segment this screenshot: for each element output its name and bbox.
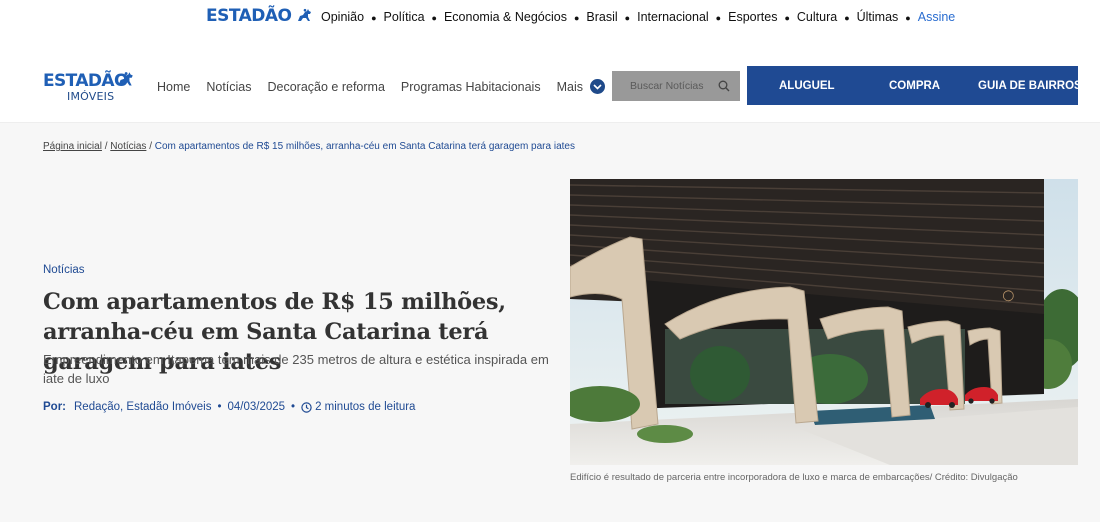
topnav-internacional[interactable]: Internacional: [637, 10, 709, 24]
search-box: [612, 71, 740, 101]
topnav-politica[interactable]: Política: [384, 10, 425, 24]
byline-date: 04/03/2025: [227, 401, 286, 413]
topnav-esportes[interactable]: Esportes: [728, 10, 777, 24]
byline-read-time: 2 minutos de leitura: [315, 401, 416, 413]
clock-icon: [301, 401, 312, 413]
dot-separator: ●: [624, 13, 631, 23]
nav-mais-label: Mais: [556, 79, 583, 94]
breadcrumb-home[interactable]: Página inicial: [43, 141, 102, 152]
top-navigation: Opinião ● Política ● Economia & Negócios ● …: [321, 10, 955, 24]
article-category[interactable]: Notícias: [43, 264, 85, 276]
topnav-brasil[interactable]: Brasil: [586, 10, 617, 24]
estadao-logo-text: ESTADÃO: [206, 6, 292, 26]
dot-separator: ●: [431, 13, 437, 23]
main-navigation: Home Notícias Decoração e reforma Progra…: [157, 79, 605, 94]
top-bar: ESTADÃO Opinião ● Política ● Economia & Ne…: [0, 0, 1100, 36]
dot-separator: ●: [905, 13, 911, 23]
dot-separator: ●: [573, 13, 580, 23]
topnav-economia[interactable]: Economia & Negócios: [444, 10, 567, 24]
nav-noticias[interactable]: Notícias: [206, 80, 251, 94]
assine-link[interactable]: Assine: [918, 10, 956, 24]
search-input[interactable]: [630, 80, 730, 92]
nav-decoracao-reforma[interactable]: Decoração e reforma: [268, 80, 385, 94]
search-icon[interactable]: [718, 80, 730, 92]
nav-home[interactable]: Home: [157, 80, 190, 94]
horse-rider-icon: [297, 8, 311, 21]
topnav-cultura[interactable]: Cultura: [797, 10, 837, 24]
dot-separator: ●: [715, 13, 722, 23]
byline-author[interactable]: Redação, Estadão Imóveis: [74, 401, 211, 413]
chevron-down-icon: [589, 79, 605, 94]
main-header: ESTADÃO IMÓVEIS Home Notícias Decoração …: [0, 56, 1100, 120]
guia-de-bairros-button[interactable]: GUIA DE BAIRROS: [978, 80, 1082, 92]
dot-separator: •: [291, 401, 296, 413]
article-hero-image: ○: [570, 179, 1078, 465]
byline-label: Por:: [43, 401, 66, 413]
dot-separator: ●: [371, 13, 377, 23]
dot-separator: ●: [784, 13, 790, 23]
estadao-imoveis-logo[interactable]: ESTADÃO IMÓVEIS: [43, 71, 143, 107]
imoveis-logo-subtext: IMÓVEIS: [67, 90, 115, 103]
dot-separator: ●: [844, 13, 850, 23]
topnav-opiniao[interactable]: Opinião: [321, 10, 364, 24]
breadcrumb-noticias[interactable]: Notícias: [110, 141, 146, 152]
image-caption: Edifício é resultado de parceria entre i…: [570, 472, 1018, 483]
horse-rider-icon: [118, 72, 133, 86]
nav-mais-dropdown[interactable]: Mais: [557, 79, 605, 94]
breadcrumb-current: Com apartamentos de R$ 15 milhões, arran…: [154, 141, 575, 152]
breadcrumb: Página inicial / Notícias / Com apartame…: [43, 141, 575, 152]
svg-text:○: ○: [1002, 287, 1015, 304]
article-header-section: Página inicial / Notícias / Com apartame…: [0, 122, 1100, 522]
article-subtitle: Empreendimento em Itapema tem mais de 23…: [43, 352, 549, 386]
nav-programas-habitacionais[interactable]: Programas Habitacionais: [401, 80, 541, 94]
dot-separator: •: [217, 401, 222, 413]
compra-button[interactable]: COMPRA: [889, 80, 940, 92]
estadao-logo[interactable]: ESTADÃO: [206, 6, 313, 26]
article-byline: Por: Redação, Estadão Imóveis • 04/03/20…: [43, 401, 415, 413]
property-actions-bar: ALUGUEL COMPRA GUIA DE BAIRROS: [747, 66, 1082, 105]
topnav-ultimas[interactable]: Últimas: [857, 10, 899, 24]
aluguel-button[interactable]: ALUGUEL: [779, 80, 835, 92]
